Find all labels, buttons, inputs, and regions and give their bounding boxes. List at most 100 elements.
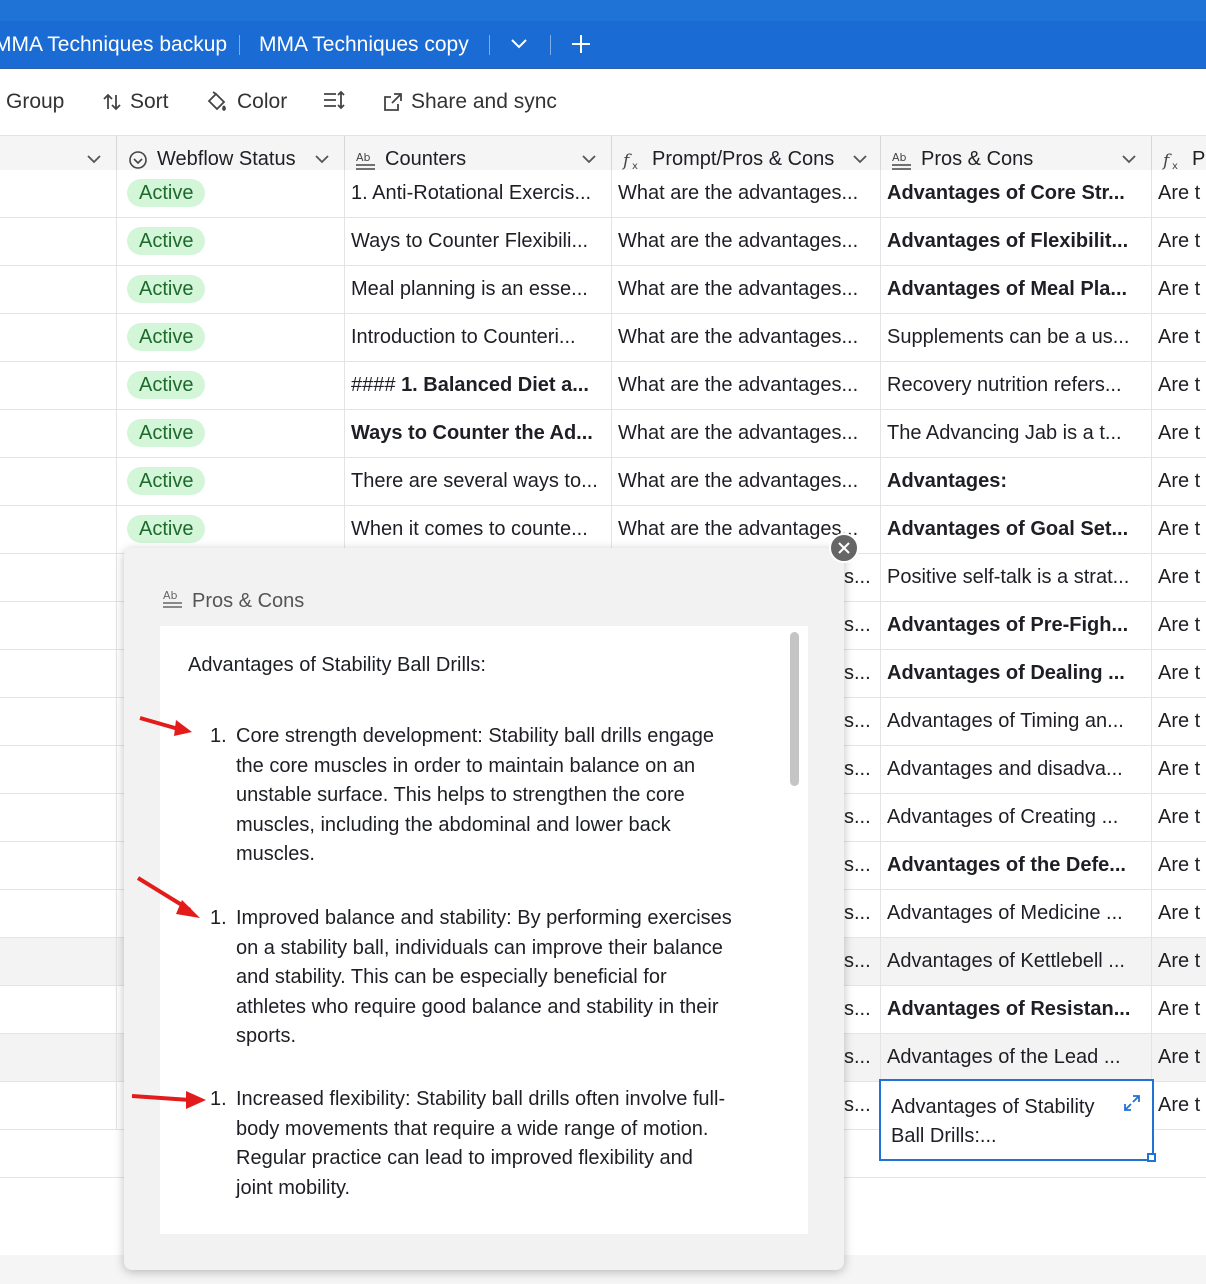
- cell-next[interactable]: Are t: [1152, 986, 1206, 1033]
- cell-next[interactable]: Are t: [1152, 746, 1206, 793]
- cell-pros-cons[interactable]: Advantages of the Defe...: [881, 842, 1152, 889]
- table-row[interactable]: Active There are several ways to... What a…: [0, 458, 1206, 506]
- cell-next[interactable]: Are t: [1152, 602, 1206, 649]
- cell-previous[interactable]: [0, 746, 117, 793]
- cell-previous[interactable]: [0, 314, 117, 361]
- cell-prompt-pros-cons[interactable]: What are the advantages...: [612, 218, 881, 265]
- cell-pros-cons[interactable]: The Advancing Jab is a t...: [881, 410, 1152, 457]
- cell-next[interactable]: Are t: [1152, 1082, 1206, 1129]
- cell-webflow-status[interactable]: Active: [117, 218, 345, 265]
- table-row[interactable]: Active Meal planning is an esse... What ar…: [0, 266, 1206, 314]
- table-row[interactable]: Active Ways to Counter Flexibili... What a…: [0, 218, 1206, 266]
- cell-previous[interactable]: [0, 938, 117, 985]
- cell-pros-cons[interactable]: Advantages of Resistan...: [881, 986, 1152, 1033]
- fill-handle[interactable]: [1147, 1153, 1156, 1162]
- cell-previous[interactable]: [0, 650, 117, 697]
- table-row[interactable]: Active When it comes to counte... What are…: [0, 506, 1206, 554]
- cell-next[interactable]: Are t: [1152, 938, 1206, 985]
- cell-counters[interactable]: Introduction to Counteri...: [345, 314, 612, 361]
- cell-counters[interactable]: Ways to Counter Flexibili...: [345, 218, 612, 265]
- cell-previous[interactable]: [0, 170, 117, 217]
- cell-prompt-pros-cons[interactable]: What are the advantages...: [612, 170, 881, 217]
- close-popup-button[interactable]: [829, 533, 859, 563]
- cell-counters[interactable]: 1. Anti-Rotational Exercis...: [345, 170, 612, 217]
- cell-previous[interactable]: [0, 506, 117, 553]
- popup-scrollbar[interactable]: [790, 632, 799, 786]
- cell-previous[interactable]: [0, 986, 117, 1033]
- table-row[interactable]: Active 1. Anti-Rotational Exercis... What …: [0, 170, 1206, 218]
- cell-previous[interactable]: [0, 218, 117, 265]
- selected-cell-pros-cons[interactable]: Advantages of Stability Ball Drills:...: [879, 1079, 1154, 1161]
- cell-previous[interactable]: [0, 794, 117, 841]
- cell-counters[interactable]: There are several ways to...: [345, 458, 612, 505]
- cell-previous[interactable]: [0, 1082, 117, 1129]
- cell-counters[interactable]: When it comes to counte...: [345, 506, 612, 553]
- cell-counters[interactable]: Meal planning is an esse...: [345, 266, 612, 313]
- tab-mma-techniques-backup[interactable]: MMA Techniques backup: [0, 33, 227, 57]
- cell-previous[interactable]: [0, 602, 117, 649]
- cell-counters[interactable]: #### 1. Balanced Diet a...: [345, 362, 612, 409]
- cell-previous[interactable]: [0, 410, 117, 457]
- cell-previous[interactable]: [0, 1034, 117, 1081]
- cell-pros-cons[interactable]: Advantages:: [881, 458, 1152, 505]
- cell-pros-cons[interactable]: Advantages and disadva...: [881, 746, 1152, 793]
- cell-previous[interactable]: [0, 266, 117, 313]
- cell-previous[interactable]: [0, 554, 117, 601]
- cell-next[interactable]: Are t: [1152, 314, 1206, 361]
- cell-pros-cons[interactable]: Recovery nutrition refers...: [881, 362, 1152, 409]
- cell-next[interactable]: Are t: [1152, 218, 1206, 265]
- cell-next[interactable]: Are t: [1152, 170, 1206, 217]
- cell-previous[interactable]: [0, 890, 117, 937]
- cell-pros-cons[interactable]: Advantages of Flexibilit...: [881, 218, 1152, 265]
- cell-pros-cons[interactable]: Advantages of Pre-Figh...: [881, 602, 1152, 649]
- cell-next[interactable]: Are t: [1152, 650, 1206, 697]
- cell-webflow-status[interactable]: Active: [117, 170, 345, 217]
- cell-next[interactable]: Are t: [1152, 266, 1206, 313]
- cell-prompt-pros-cons[interactable]: What are the advantages...: [612, 410, 881, 457]
- cell-webflow-status[interactable]: Active: [117, 410, 345, 457]
- cell-webflow-status[interactable]: Active: [117, 458, 345, 505]
- tab-mma-techniques-copy[interactable]: MMA Techniques copy: [259, 33, 469, 57]
- cell-previous[interactable]: [0, 458, 117, 505]
- chevron-down-icon[interactable]: [509, 37, 529, 56]
- add-table-icon[interactable]: [570, 33, 592, 60]
- cell-pros-cons[interactable]: Supplements can be a us...: [881, 314, 1152, 361]
- cell-webflow-status[interactable]: Active: [117, 362, 345, 409]
- cell-prompt-pros-cons[interactable]: What are the advantages...: [612, 314, 881, 361]
- cell-next[interactable]: Are t: [1152, 410, 1206, 457]
- cell-pros-cons[interactable]: Advantages of Timing an...: [881, 698, 1152, 745]
- cell-next[interactable]: Are t: [1152, 554, 1206, 601]
- cell-prompt-pros-cons[interactable]: What are the advantages...: [612, 266, 881, 313]
- cell-prompt-pros-cons[interactable]: What are the advantages...: [612, 458, 881, 505]
- cell-webflow-status[interactable]: Active: [117, 506, 345, 553]
- cell-prompt-pros-cons[interactable]: What are the advantages...: [612, 362, 881, 409]
- cell-webflow-status[interactable]: Active: [117, 314, 345, 361]
- cell-next[interactable]: Are t: [1152, 506, 1206, 553]
- cell-next[interactable]: Are t: [1152, 890, 1206, 937]
- row-height-button[interactable]: [322, 90, 346, 110]
- cell-pros-cons[interactable]: Advantages of Dealing ...: [881, 650, 1152, 697]
- cell-pros-cons[interactable]: Advantages of Creating ...: [881, 794, 1152, 841]
- cell-pros-cons[interactable]: Positive self-talk is a strat...: [881, 554, 1152, 601]
- cell-pros-cons[interactable]: Advantages of Core Str...: [881, 170, 1152, 217]
- cell-next[interactable]: Are t: [1152, 698, 1206, 745]
- cell-previous[interactable]: [0, 842, 117, 889]
- expand-icon[interactable]: [1122, 1093, 1142, 1122]
- table-row[interactable]: Active Ways to Counter the Ad... What are …: [0, 410, 1206, 458]
- color-button[interactable]: Color: [205, 90, 287, 114]
- cell-next[interactable]: Are t: [1152, 362, 1206, 409]
- group-button[interactable]: Group: [6, 90, 64, 114]
- cell-previous[interactable]: [0, 362, 117, 409]
- cell-pros-cons[interactable]: Advantages of Goal Set...: [881, 506, 1152, 553]
- cell-counters[interactable]: Ways to Counter the Ad...: [345, 410, 612, 457]
- cell-next[interactable]: Are t: [1152, 794, 1206, 841]
- sort-button[interactable]: Sort: [102, 90, 169, 114]
- cell-pros-cons[interactable]: Advantages of the Lead ...: [881, 1034, 1152, 1081]
- cell-previous[interactable]: [0, 698, 117, 745]
- table-row[interactable]: Active #### 1. Balanced Diet a... What are…: [0, 362, 1206, 410]
- cell-pros-cons[interactable]: Advantages of Meal Pla...: [881, 266, 1152, 313]
- table-row[interactable]: Active Introduction to Counteri... What ar…: [0, 314, 1206, 362]
- cell-next[interactable]: Are t: [1152, 1034, 1206, 1081]
- cell-pros-cons[interactable]: Advantages of Kettlebell ...: [881, 938, 1152, 985]
- cell-webflow-status[interactable]: Active: [117, 266, 345, 313]
